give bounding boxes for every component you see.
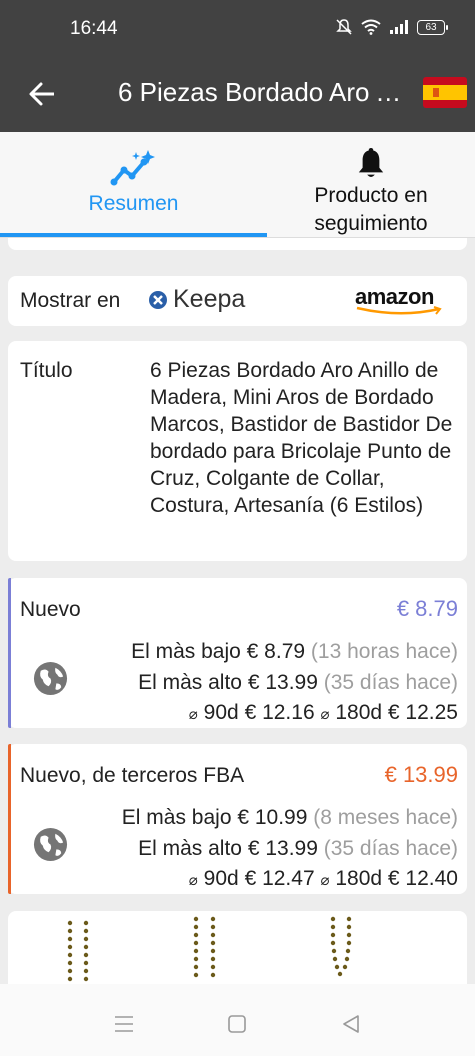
globe-icon	[33, 827, 68, 862]
lowest-label: El màs bajo	[131, 640, 241, 663]
highest-price-line: El màs alto € 13.99 (35 días hace)	[138, 671, 458, 695]
globe-icon	[33, 661, 68, 696]
title-label: Título	[20, 359, 73, 382]
title-card: Título 6 Piezas Bordado Aro Anillo de Ma…	[8, 341, 467, 561]
back-button[interactable]	[22, 74, 62, 114]
home-button[interactable]	[217, 1004, 257, 1044]
page-title: 6 Piezas Bordado Aro Anillo de Madera	[118, 77, 403, 107]
status-time: 16:44	[70, 18, 118, 39]
avg180-label: 180d	[335, 701, 383, 724]
keepa-logo-icon	[149, 290, 167, 309]
tab-bar: Resumen Producto en seguimiento	[0, 132, 475, 238]
current-price: € 8.79	[396, 596, 458, 621]
bell-icon	[358, 148, 384, 177]
avg180-value: € 12.25	[387, 701, 458, 724]
highest-label: El màs alto	[138, 671, 242, 694]
back-nav-button[interactable]	[331, 1004, 371, 1044]
menu-icon	[115, 1016, 133, 1032]
price-card-nuevo[interactable]: Nuevo € 8.79 El màs bajo € 8.79 (13 hora…	[8, 578, 467, 728]
lowest-price-line: El màs bajo € 8.79 (13 horas hace)	[131, 640, 458, 664]
lowest-ago: (13 horas hace)	[310, 640, 458, 663]
amazon-label: amazon	[355, 284, 434, 309]
lowest-label: El màs bajo	[121, 806, 232, 829]
battery-icon: 63	[417, 19, 448, 35]
lowest-price-line: El màs bajo € 10.99 (8 meses hace)	[122, 806, 458, 830]
price-card-fba[interactable]: Nuevo, de terceros FBA € 13.99 El màs ba…	[8, 744, 467, 894]
content-scroll[interactable]: Mostrar en Keepa amazon Título 6 Piezas …	[0, 238, 475, 984]
avg180-label: 180d	[335, 867, 383, 890]
amazon-link[interactable]: amazon	[355, 284, 455, 316]
show-in-label: Mostrar en	[20, 289, 121, 312]
mute-icon	[336, 19, 352, 35]
recent-apps-button[interactable]	[104, 1004, 144, 1044]
partial-card	[8, 238, 467, 250]
product-image	[67, 916, 352, 982]
status-icons: 63	[335, 18, 448, 36]
price-type-label: Nuevo	[20, 598, 81, 621]
average-icon: ⌀	[188, 872, 198, 889]
average-price-line: ⌀ 90d € 12.47 ⌀ 180d € 12.40	[189, 867, 458, 891]
arrow-left-icon	[29, 82, 54, 106]
highest-price-line: El màs alto € 13.99 (35 días hace)	[138, 837, 458, 861]
show-in-card: Mostrar en Keepa amazon	[8, 276, 467, 326]
tab-resumen[interactable]: Resumen	[0, 132, 267, 238]
price-type-label: Nuevo, de terceros FBA	[20, 764, 245, 787]
product-title-value: 6 Piezas Bordado Aro Anillo de Madera, M…	[150, 359, 453, 517]
signal-icon	[390, 20, 408, 34]
highest-value: € 13.99	[247, 671, 318, 694]
avg90-value: € 12.47	[244, 867, 315, 890]
tab-resumen-label: Resumen	[88, 192, 179, 215]
battery-level: 63	[425, 21, 437, 33]
lowest-ago: (8 meses hace)	[313, 806, 458, 829]
average-icon: ⌀	[320, 872, 330, 889]
chart-sparkle-icon	[110, 150, 155, 186]
lowest-value: € 8.79	[246, 640, 306, 663]
average-price-line: ⌀ 90d € 12.16 ⌀ 180d € 12.25	[189, 701, 458, 725]
lowest-value: € 10.99	[237, 806, 308, 829]
keepa-label: Keepa	[173, 285, 246, 313]
accent-bar	[8, 578, 11, 728]
avg90-label: 90d	[203, 701, 239, 724]
avg90-value: € 12.16	[244, 701, 315, 724]
spain-flag-icon[interactable]	[423, 77, 467, 108]
highest-label: El màs alto	[138, 837, 242, 860]
system-nav-bar	[0, 984, 475, 1056]
average-icon: ⌀	[320, 706, 330, 723]
tab-producto-seguimiento[interactable]: Producto en seguimiento	[267, 132, 475, 238]
accent-bar	[8, 744, 11, 894]
status-bar: 16:44 63	[0, 0, 475, 60]
wifi-icon	[361, 19, 381, 35]
product-image-card[interactable]	[8, 911, 467, 984]
current-price: € 13.99	[384, 762, 458, 787]
highest-value: € 13.99	[247, 837, 318, 860]
app-bar: 6 Piezas Bordado Aro Anillo de Madera	[0, 60, 475, 132]
avg90-label: 90d	[203, 867, 239, 890]
home-square-icon	[228, 1015, 246, 1033]
active-tab-indicator	[0, 233, 267, 237]
highest-ago: (35 días hace)	[323, 671, 458, 694]
highest-ago: (35 días hace)	[323, 837, 458, 860]
keepa-link[interactable]: Keepa	[148, 285, 245, 314]
back-triangle-icon	[343, 1015, 359, 1033]
average-icon: ⌀	[188, 706, 198, 723]
avg180-value: € 12.40	[387, 867, 458, 890]
tab-producto-seguimiento-label: Producto en seguimiento	[314, 184, 428, 235]
